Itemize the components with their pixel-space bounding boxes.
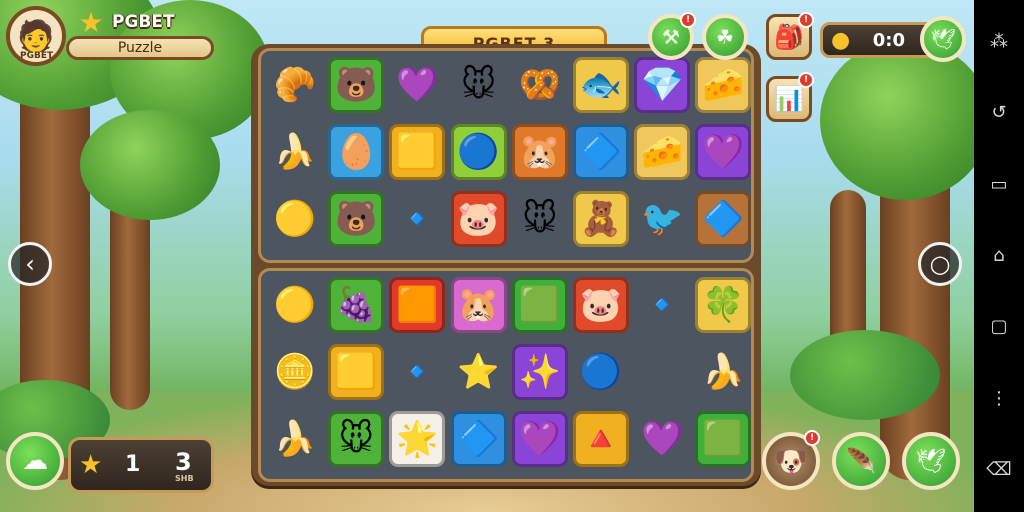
- tile-bear-tile[interactable]: 🐻: [328, 191, 385, 247]
- tile-yellow-square[interactable]: 🟨: [328, 344, 385, 400]
- moves-right-value: 3: [175, 448, 192, 476]
- green-bag-icon: 🎒: [774, 23, 804, 51]
- moves-box: ★ 1 3 SHB: [68, 437, 214, 493]
- tile-blue-fish[interactable]: 🐟: [573, 57, 629, 113]
- tile-gold-oval[interactable]: 🥚: [328, 124, 385, 180]
- tile-purple-gem[interactable]: 💜: [511, 411, 568, 467]
- cloud-button[interactable]: ☁: [6, 432, 64, 490]
- tile-mole[interactable]: 🐭: [512, 191, 568, 247]
- system-back-icon[interactable]: ⌫: [984, 460, 1014, 480]
- tile-green-block[interactable]: 🟩: [511, 277, 568, 333]
- clover-icon: ☘: [716, 25, 734, 49]
- level-badge-star-icon: ★: [78, 6, 104, 39]
- tile-star-bomb[interactable]: ✨: [511, 344, 568, 400]
- home-circle-button[interactable]: ○: [918, 242, 962, 286]
- tile-yellow-square[interactable]: 🟨: [389, 124, 446, 180]
- tile-blue-bar[interactable]: 🔹: [634, 277, 690, 333]
- tile-pig-tile[interactable]: 🐷: [573, 277, 629, 333]
- feather-button[interactable]: 🪶: [832, 432, 890, 490]
- dog-notification-badge: !: [804, 430, 820, 446]
- recents-icon[interactable]: ▭: [984, 174, 1014, 195]
- bar-chart-icon: 📊: [774, 85, 804, 113]
- tile-purple-star-piece[interactable]: 💜: [634, 411, 690, 467]
- leaf-icon: 🕊: [930, 27, 956, 51]
- tile-yellow-crescent[interactable]: 🍌: [695, 344, 751, 400]
- player-name: PGBET: [20, 51, 54, 61]
- tile-purple-gem[interactable]: 💜: [695, 124, 752, 180]
- left-back-canopy: [80, 110, 220, 220]
- star-icon: ★: [79, 450, 103, 480]
- board-bottom-panel: 🟡 🍇 🟧 🐹 🟩 🐷 🔹 🍀 🪙 🟨 🔹 ⭐ ✨ 🔵 🍌 🍌 🐭 🌟 🔷 💜 🔺 💜 🟩: [258, 268, 754, 482]
- tile-blue-bar[interactable]: 🔹: [389, 344, 445, 400]
- tools-icon: ⚒: [662, 25, 680, 49]
- tile-yellow-star[interactable]: ⭐: [451, 344, 507, 400]
- tile-bear-tile[interactable]: 🐻: [328, 57, 385, 113]
- dog-icon: 🐶: [773, 444, 809, 478]
- tools-notification-badge: !: [680, 12, 696, 28]
- score-value: 0:0: [872, 29, 905, 51]
- tile-hamster-tile[interactable]: 🐹: [450, 277, 507, 333]
- tile-yellow-crescent[interactable]: 🍌: [267, 411, 323, 467]
- leaf-button[interactable]: 🕊: [920, 16, 966, 62]
- tile-yellow-crescent[interactable]: 🥐: [267, 57, 323, 113]
- brand-title: PGBET: [112, 12, 175, 32]
- tile-red-gem[interactable]: 🔺: [573, 411, 629, 467]
- tile-green-leaf[interactable]: 🍀: [695, 277, 752, 333]
- tile-blue-orb[interactable]: 🔵: [450, 124, 507, 180]
- moves-sub-label: SHB: [175, 474, 194, 483]
- tile-pig-tile[interactable]: 🐷: [450, 191, 507, 247]
- tile-blue-gem-box[interactable]: 🔷: [695, 191, 752, 247]
- rotate-icon[interactable]: ↺: [984, 103, 1014, 123]
- tile-blue-gem[interactable]: 🔷: [450, 411, 507, 467]
- stats-notification-badge: !: [798, 72, 814, 88]
- tile-blue-bird[interactable]: 🐦: [634, 191, 690, 247]
- tile-gold-cracker[interactable]: 🧀: [634, 124, 691, 180]
- back-button[interactable]: ‹: [8, 242, 52, 286]
- tile-mole[interactable]: 🐭: [451, 57, 507, 113]
- chat-icon[interactable]: ▢: [984, 317, 1014, 337]
- tile-red-gold-block[interactable]: 🟧: [389, 277, 446, 333]
- wings-button[interactable]: 🕊: [902, 432, 960, 490]
- tile-mole-tile[interactable]: 🐭: [328, 411, 385, 467]
- mode-label-bar: Puzzle: [66, 36, 214, 60]
- tile-purple-star-piece[interactable]: 💜: [389, 57, 445, 113]
- right-tree-canopy: [820, 40, 974, 200]
- tile-teddy-tile[interactable]: 🧸: [573, 191, 629, 247]
- moves-left-value: 1: [125, 452, 141, 477]
- tile-purple-gem[interactable]: 💎: [634, 57, 691, 113]
- right-bush: [790, 330, 940, 420]
- mode-label: Puzzle: [117, 40, 163, 56]
- board-top-panel: 🥐 🐻 💜 🐭 🥨 🐟 💎 🧀 🍌 🥚 🟨 🔵 🐹 🔷 🧀 💜 🟡 🐻 🔹 🐷 🐭 🧸 🐦 🔷: [258, 48, 754, 263]
- tile-orange-knot[interactable]: 🥨: [512, 57, 568, 113]
- bag-notification-badge: !: [798, 12, 814, 28]
- wings-icon: 🕊: [915, 447, 947, 475]
- tile-gold-drop[interactable]: 🟡: [267, 277, 323, 333]
- tile-blue-bar[interactable]: 🔹: [389, 191, 445, 247]
- screenshot-icon[interactable]: ⁂: [984, 31, 1014, 52]
- tile-blue-orb[interactable]: 🔵: [573, 344, 629, 400]
- circle-icon: ○: [929, 250, 951, 278]
- tile-gold-coin[interactable]: 🪙: [267, 344, 323, 400]
- tile-gold-drop[interactable]: 🟡: [267, 191, 323, 247]
- tile-green-block[interactable]: 🟩: [695, 411, 752, 467]
- tile-hamster-tile[interactable]: 🐹: [511, 124, 568, 180]
- feather-icon: 🪶: [846, 447, 876, 475]
- clover-button[interactable]: ☘: [702, 14, 748, 60]
- tile-blue-gem[interactable]: 🔷: [573, 124, 629, 180]
- tile-grape-tile[interactable]: 🍇: [328, 277, 385, 333]
- gold-drop-icon: ●: [831, 28, 851, 53]
- cloud-icon: ☁: [22, 446, 48, 476]
- game-board: 🥐 🐻 💜 🐭 🥨 🐟 💎 🧀 🍌 🥚 🟨 🔵 🐹 🔷 🧀 💜 🟡 🐻 🔹 🐷 🐭 🧸 🐦 🔷 🟡 🍇 🟧 🐹 🟩 🐷 🔹 🍀 🪙 🟨 🔹 ⭐ ✨ 🔵 🍌…: [251, 44, 761, 486]
- tile-yellow-crescent[interactable]: 🍌: [267, 124, 323, 180]
- chevron-left-icon: ‹: [25, 250, 35, 278]
- system-navbar: ⁂ ↺ ▭ ⌂ ▢ ⋮ ⌫: [974, 0, 1024, 512]
- tile-gold-cracker[interactable]: 🧀: [695, 57, 752, 113]
- tile-orange-star[interactable]: 🌟: [389, 411, 446, 467]
- home-icon[interactable]: ⌂: [984, 245, 1014, 266]
- tile-empty[interactable]: [634, 344, 690, 400]
- more-icon[interactable]: ⋮: [984, 388, 1014, 409]
